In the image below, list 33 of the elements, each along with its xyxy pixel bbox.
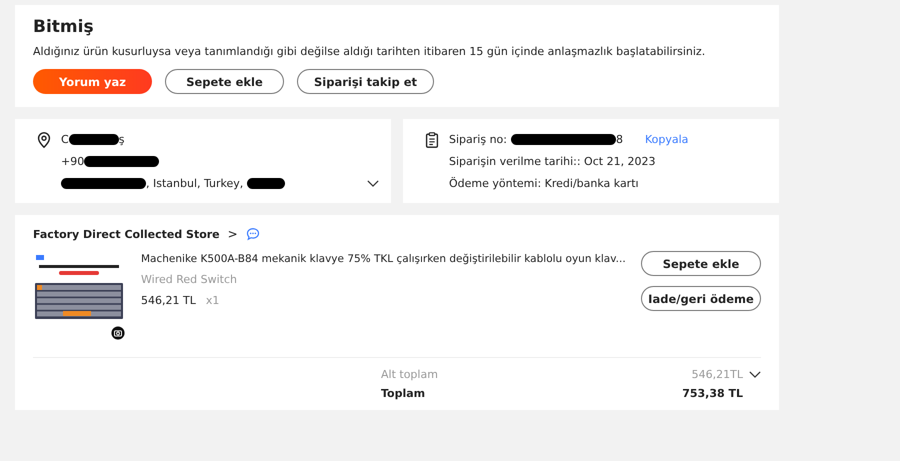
location-pin-icon bbox=[35, 131, 53, 149]
product-price: 546,21 TL bbox=[141, 294, 196, 307]
clipboard-icon bbox=[423, 131, 441, 149]
store-link[interactable]: Factory Direct Collected Store bbox=[33, 228, 220, 240]
order-date: Siparişin verilme tarihi:: Oct 21, 2023 bbox=[449, 154, 656, 168]
chevron-down-icon[interactable] bbox=[367, 180, 379, 187]
copy-link[interactable]: Kopyala bbox=[644, 132, 688, 146]
redaction-mark bbox=[68, 134, 119, 144]
subtotal-value: 546,21TL bbox=[692, 368, 743, 381]
product-quantity: x1 bbox=[206, 294, 220, 307]
status-message: Aldığınız ürün kusurluysa veya tanımlandığı gibi değilse aldığı tarihten itibaren 15 gün içinde anlaşmazlık başlatabilirsiniz. bbox=[33, 45, 706, 58]
item-action-button[interactable]: Sepete ekle bbox=[641, 251, 761, 276]
action-button[interactable]: Sepete ekle bbox=[165, 69, 284, 94]
subtotal-label: Alt toplam bbox=[381, 368, 438, 381]
total-value: 753,38 TL bbox=[682, 387, 743, 400]
product-title[interactable]: Machenike K500A-B84 mekanik klavye 75% TKL çalışırken değiştirilebilir kablolu oyun klav... bbox=[141, 253, 625, 265]
address-text: , Istanbul, Turkey, bbox=[146, 176, 244, 190]
product-variant: Wired Red Switch bbox=[141, 273, 238, 286]
chevron-down-icon[interactable] bbox=[749, 371, 761, 378]
item-action-button[interactable]: Iade/geri ödeme bbox=[641, 286, 761, 311]
total-label: Toplam bbox=[381, 387, 426, 400]
name-text: ş bbox=[118, 132, 124, 146]
phone-text: +90 bbox=[61, 154, 84, 168]
name-text: C bbox=[61, 132, 69, 146]
order-number-label: Sipariş no: bbox=[449, 132, 507, 146]
store-chevron[interactable]: > bbox=[228, 227, 238, 241]
redaction-mark bbox=[247, 178, 286, 188]
camera-icon[interactable] bbox=[111, 326, 125, 340]
payment-method: Ödeme yöntemi: Kredi/banka kartı bbox=[449, 176, 639, 190]
chat-icon[interactable] bbox=[246, 227, 260, 241]
status-title: Bitmiş bbox=[33, 17, 95, 37]
order-number-text: 8 bbox=[616, 132, 623, 146]
action-button[interactable]: Siparişi takip et bbox=[297, 69, 434, 94]
